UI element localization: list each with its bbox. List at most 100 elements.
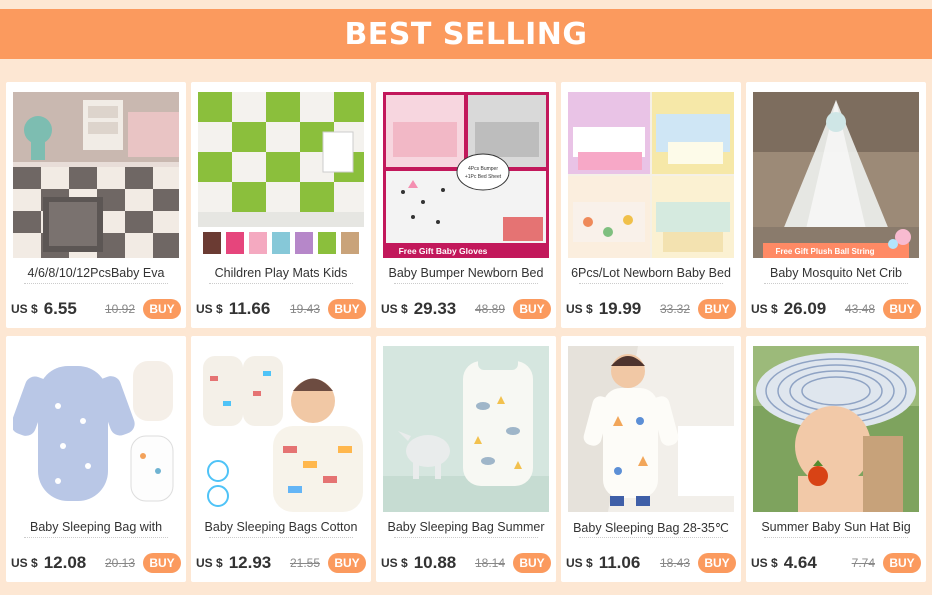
product-image[interactable] bbox=[198, 92, 364, 258]
bubble-line-1: 4Pcs Bumper bbox=[468, 166, 498, 172]
sale-price: 26.09 bbox=[783, 299, 827, 318]
title-overflow bbox=[579, 537, 723, 541]
currency-label: US $ bbox=[11, 302, 38, 316]
title-overflow bbox=[24, 283, 168, 287]
crib-bumper-image: 4Pcs Bumper +1Pc Bed Sheet Free Gift Bab… bbox=[383, 92, 549, 258]
product-card[interactable]: Free Gift Plush Ball String Baby Mosquit… bbox=[746, 82, 926, 328]
product-grid: 4/6/8/10/12PcsBaby Eva US $ 6.55 10.92 B… bbox=[0, 0, 932, 595]
product-image[interactable] bbox=[383, 346, 549, 512]
product-card[interactable]: Baby Sleeping Bag Summer US $ 10.88 18.1… bbox=[376, 336, 556, 582]
product-title[interactable]: Baby Sleeping Bag 28-35℃ bbox=[567, 520, 735, 536]
buy-button[interactable]: BUY bbox=[883, 299, 921, 319]
product-title[interactable]: Baby Sleeping Bag with bbox=[12, 520, 180, 536]
product-image[interactable] bbox=[568, 92, 734, 258]
price-row: US $ 10.88 18.14 BUY bbox=[381, 551, 551, 575]
original-price: 18.14 bbox=[474, 556, 505, 570]
product-image[interactable] bbox=[198, 346, 364, 512]
sale-price: 12.08 bbox=[43, 553, 87, 572]
product-card[interactable]: Children Play Mats Kids US $ 11.66 19.43… bbox=[191, 82, 371, 328]
product-title[interactable]: 4/6/8/10/12PcsBaby Eva bbox=[12, 266, 180, 282]
buy-button[interactable]: BUY bbox=[698, 299, 736, 319]
currency-label: US $ bbox=[566, 302, 593, 316]
buy-button[interactable]: BUY bbox=[883, 553, 921, 573]
product-image[interactable] bbox=[568, 346, 734, 512]
currency-label: US $ bbox=[751, 302, 778, 316]
product-card[interactable]: Baby Sleeping Bag with US $ 12.08 20.13 … bbox=[6, 336, 186, 582]
currency-label: US $ bbox=[381, 556, 408, 570]
product-title[interactable]: 6Pcs/Lot Newborn Baby Bed bbox=[567, 266, 735, 282]
buy-button[interactable]: BUY bbox=[513, 553, 551, 573]
buy-button[interactable]: BUY bbox=[143, 553, 181, 573]
sleeping-bag-rhino-image bbox=[383, 346, 549, 512]
currency-label: US $ bbox=[566, 556, 593, 570]
title-overflow bbox=[209, 537, 353, 541]
sale-price: 19.99 bbox=[598, 299, 642, 318]
price-row: US $ 12.93 21.55 BUY bbox=[196, 551, 366, 575]
sale-price: 11.66 bbox=[228, 299, 271, 318]
sleeping-bag-toddler-image bbox=[568, 346, 734, 512]
product-title[interactable]: Baby Sleeping Bag Summer bbox=[382, 520, 550, 536]
buy-button[interactable]: BUY bbox=[698, 553, 736, 573]
price-row: US $ 19.99 33.32 BUY bbox=[566, 297, 736, 321]
price-row: US $ 26.09 43.48 BUY bbox=[751, 297, 921, 321]
original-price: 10.92 bbox=[104, 302, 135, 316]
price-row: US $ 12.08 20.13 BUY bbox=[11, 551, 181, 575]
gift-badge: Free Gift Plush Ball String bbox=[775, 247, 874, 256]
bubble-line-2: +1Pc Bed Sheet bbox=[465, 174, 502, 180]
bed-bumper-set-image bbox=[568, 92, 734, 258]
price-row: US $ 4.64 7.74 BUY bbox=[751, 551, 921, 575]
sale-price: 6.55 bbox=[43, 299, 77, 318]
buy-button[interactable]: BUY bbox=[143, 299, 181, 319]
product-image[interactable] bbox=[753, 346, 919, 512]
product-image[interactable]: 4Pcs Bumper +1Pc Bed Sheet Free Gift Bab… bbox=[383, 92, 549, 258]
title-overflow bbox=[764, 537, 908, 541]
product-image[interactable] bbox=[13, 346, 179, 512]
product-title[interactable]: Baby Sleeping Bags Cotton bbox=[197, 520, 365, 536]
foam-floor-mats-image bbox=[13, 92, 179, 258]
price-row: US $ 11.66 19.43 BUY bbox=[196, 297, 366, 321]
buy-button[interactable]: BUY bbox=[328, 299, 366, 319]
original-price: 18.43 bbox=[659, 556, 690, 570]
currency-label: US $ bbox=[196, 302, 223, 316]
sale-price: 12.93 bbox=[228, 553, 272, 572]
mosquito-net-image: Free Gift Plush Ball String bbox=[753, 92, 919, 258]
currency-label: US $ bbox=[381, 302, 408, 316]
price-row: US $ 29.33 48.89 BUY bbox=[381, 297, 551, 321]
original-price: 20.13 bbox=[104, 556, 135, 570]
title-overflow bbox=[209, 283, 353, 287]
product-image[interactable] bbox=[13, 92, 179, 258]
sale-price: 4.64 bbox=[783, 553, 817, 572]
title-overflow bbox=[394, 537, 538, 541]
buy-button[interactable]: BUY bbox=[328, 553, 366, 573]
gift-badge: Free Gift Baby Gloves bbox=[399, 246, 488, 256]
sleeping-bag-cars-image bbox=[198, 346, 364, 512]
product-card[interactable]: Baby Sleeping Bag 28-35℃ US $ 11.06 18.4… bbox=[561, 336, 741, 582]
product-title[interactable]: Baby Mosquito Net Crib bbox=[752, 266, 920, 282]
sale-price: 11.06 bbox=[598, 553, 641, 572]
original-price: 43.48 bbox=[844, 302, 875, 316]
sun-hat-image bbox=[753, 346, 919, 512]
currency-label: US $ bbox=[196, 556, 223, 570]
product-card[interactable]: Summer Baby Sun Hat Big US $ 4.64 7.74 B… bbox=[746, 336, 926, 582]
product-title[interactable]: Children Play Mats Kids bbox=[197, 266, 365, 282]
product-card[interactable]: 6Pcs/Lot Newborn Baby Bed US $ 19.99 33.… bbox=[561, 82, 741, 328]
price-row: US $ 6.55 10.92 BUY bbox=[11, 297, 181, 321]
original-price: 21.55 bbox=[289, 556, 320, 570]
original-price: 33.32 bbox=[659, 302, 690, 316]
title-overflow bbox=[764, 283, 908, 287]
product-card[interactable]: Baby Sleeping Bags Cotton US $ 12.93 21.… bbox=[191, 336, 371, 582]
product-card[interactable]: 4Pcs Bumper +1Pc Bed Sheet Free Gift Bab… bbox=[376, 82, 556, 328]
product-card[interactable]: 4/6/8/10/12PcsBaby Eva US $ 6.55 10.92 B… bbox=[6, 82, 186, 328]
buy-button[interactable]: BUY bbox=[513, 299, 551, 319]
product-title[interactable]: Baby Bumper Newborn Bed bbox=[382, 266, 550, 282]
product-title[interactable]: Summer Baby Sun Hat Big bbox=[752, 520, 920, 536]
original-price: 7.74 bbox=[851, 556, 875, 570]
green-play-mat-image bbox=[198, 92, 364, 258]
currency-label: US $ bbox=[11, 556, 38, 570]
original-price: 48.89 bbox=[474, 302, 505, 316]
title-overflow bbox=[579, 283, 723, 287]
sale-price: 29.33 bbox=[413, 299, 457, 318]
product-image[interactable]: Free Gift Plush Ball String bbox=[753, 92, 919, 258]
title-overflow bbox=[394, 283, 538, 287]
sleeping-bag-blue-image bbox=[13, 346, 179, 512]
